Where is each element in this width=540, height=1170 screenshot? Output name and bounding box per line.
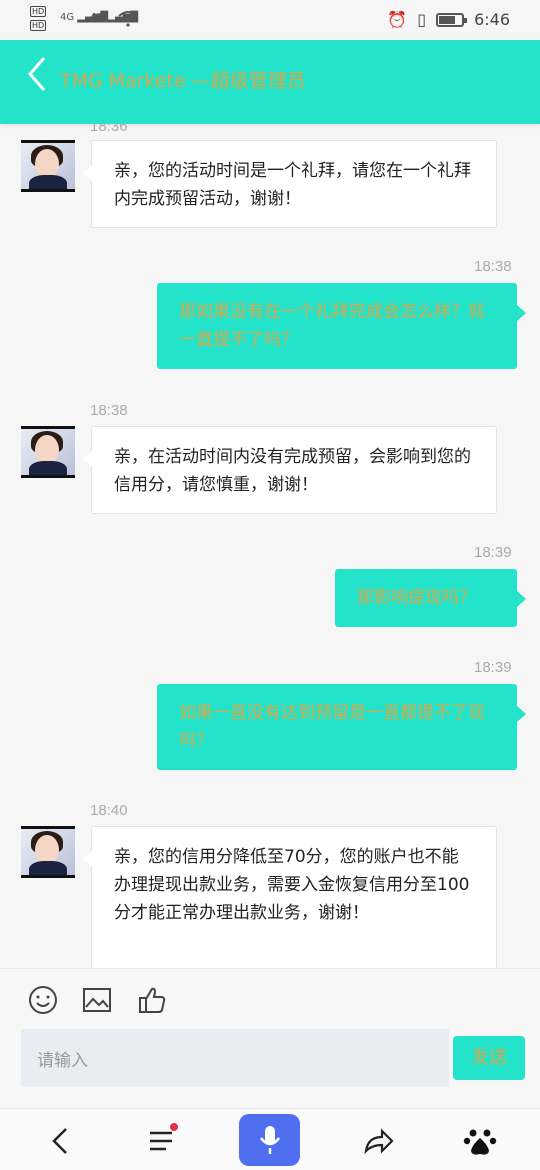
message-bubble-incoming: 亲，您的信用分降低至70分，您的账户也不能办理提现出款业务，需要入金恢复信用分至… xyxy=(83,826,497,968)
message-bubble-outgoing: 那如果没有在一个礼拜完成会怎么样？就一直提不了吗？ xyxy=(157,283,526,369)
notification-dot xyxy=(170,1123,178,1131)
composer: 请输入 发送 xyxy=(0,968,540,1108)
message-time: 18:40 xyxy=(90,802,128,819)
chevron-left-icon[interactable] xyxy=(24,56,52,92)
mic-icon xyxy=(260,1126,280,1154)
alarm-icon: ⏰ xyxy=(387,10,408,29)
message-bubble-outgoing: 如果一直没有达到预留是一直都提不了现吗？ xyxy=(157,684,526,770)
message-bubble-incoming: 亲，在活动时间内没有完成预留，会影响到您的信用分，请您慎重，谢谢！ xyxy=(83,426,497,514)
sim-indicator: HD HD xyxy=(30,6,47,32)
back-icon[interactable] xyxy=(44,1123,80,1159)
avatar[interactable] xyxy=(21,140,75,192)
message-bubble-incoming: 亲，您的活动时间是一个礼拜，请您在一个礼拜内完成预留活动，谢谢！ xyxy=(83,140,497,228)
emoji-icon[interactable] xyxy=(28,985,58,1015)
hd-badge-1: HD xyxy=(30,6,47,17)
avatar[interactable] xyxy=(21,426,75,478)
wifi-icon xyxy=(118,11,138,27)
message-input[interactable]: 请输入 xyxy=(21,1029,449,1087)
net-label-1: 4G xyxy=(60,12,75,23)
message-time: 18:38 xyxy=(90,402,128,419)
chat-header: TMG Markete —超级管理员 xyxy=(0,40,540,124)
hd-badge-2: HD xyxy=(30,20,47,31)
vibrate-icon: ▯ xyxy=(417,10,427,29)
header-title: TMG Markete —超级管理员 xyxy=(60,70,306,92)
message-time: 18:36 xyxy=(90,124,128,135)
status-bar: HD HD 4G ▂▄▆█ 4G ▂▄▆█ ⏰ ▯ 6:46 xyxy=(0,0,540,40)
net-label-2: 4G xyxy=(90,12,105,23)
bottom-nav xyxy=(0,1108,540,1170)
message-time: 18:39 xyxy=(474,544,512,561)
send-button[interactable]: 发送 xyxy=(453,1036,525,1080)
message-time: 18:39 xyxy=(474,659,512,676)
image-icon[interactable] xyxy=(82,985,112,1015)
mic-button[interactable] xyxy=(239,1114,300,1166)
battery-icon xyxy=(436,12,468,27)
message-time: 18:38 xyxy=(474,258,512,275)
thumbs-up-icon[interactable] xyxy=(137,985,167,1015)
chat-list[interactable]: 18:36 亲，您的活动时间是一个礼拜，请您在一个礼拜内完成预留活动，谢谢！ 1… xyxy=(0,124,540,968)
avatar[interactable] xyxy=(21,826,75,878)
clock: 6:46 xyxy=(474,10,510,29)
share-icon[interactable] xyxy=(360,1123,396,1159)
message-bubble-outgoing: 那影响提现吗？ xyxy=(335,569,526,627)
status-right: ⏰ ▯ 6:46 xyxy=(387,10,510,29)
baidu-paw-icon[interactable] xyxy=(462,1123,498,1159)
